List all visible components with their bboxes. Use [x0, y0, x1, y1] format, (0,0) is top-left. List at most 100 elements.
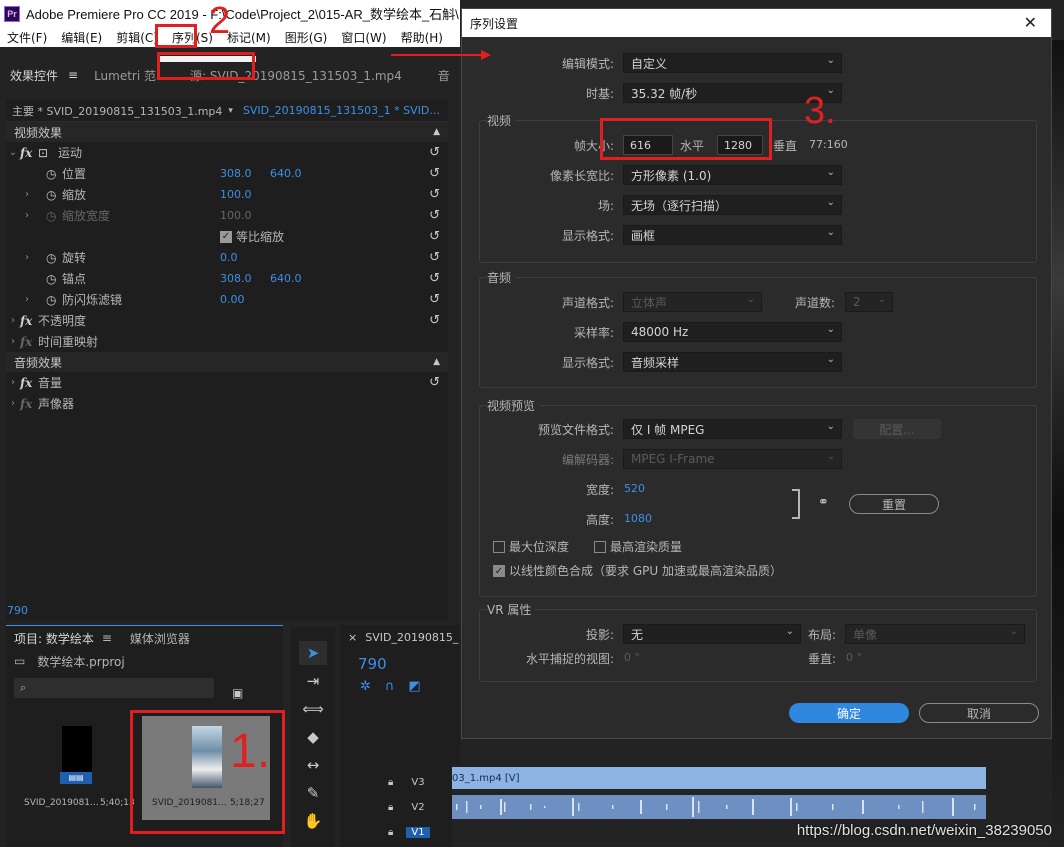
reset-icon[interactable]: ↺ — [429, 208, 440, 223]
tab-audio[interactable]: 音 — [412, 67, 460, 84]
reset-icon[interactable]: ↺ — [429, 166, 440, 181]
stopwatch-icon[interactable]: ◷ — [46, 272, 62, 286]
linear-color-checkbox[interactable]: ✓ 以线性颜色合成（要求 GPU 加速或最高渲染品质） — [493, 562, 782, 579]
fx-icon[interactable]: fx — [20, 314, 38, 328]
checkmark-icon[interactable]: ✓ — [493, 564, 505, 577]
editing-mode-select[interactable]: 自定义 ⌄ — [623, 53, 842, 73]
pixel-aspect-select[interactable]: 方形像素 (1.0) ⌄ — [623, 165, 842, 185]
track-name[interactable]: V3 — [406, 777, 430, 788]
nest-icon[interactable]: ✲ — [360, 679, 371, 694]
reset-icon[interactable]: ↺ — [429, 313, 440, 328]
fx-icon[interactable]: fx — [20, 146, 38, 160]
effect-row-opacity[interactable]: › fx 不透明度 ↺ — [6, 310, 448, 331]
collapse-up-icon[interactable]: ▲ — [433, 127, 440, 137]
checkbox-box[interactable] — [594, 540, 606, 553]
track-select-tool-icon[interactable]: ⇥ — [299, 669, 327, 693]
menu-edit[interactable]: 编辑(E) — [54, 29, 109, 46]
close-icon[interactable]: × — [348, 631, 357, 644]
stopwatch-icon[interactable]: ◷ — [46, 188, 62, 202]
audio-clip[interactable] — [452, 795, 986, 819]
fields-select[interactable]: 无场（逐行扫描） ⌄ — [623, 195, 842, 215]
effect-row-volume[interactable]: › fx 音量 ↺ — [6, 372, 448, 393]
reset-icon[interactable]: ↺ — [429, 187, 440, 202]
snap-magnet-icon[interactable]: ∩ — [385, 679, 395, 694]
reset-button[interactable]: 重置 — [849, 494, 939, 514]
lock-icon[interactable]: 🔒︎ — [388, 777, 406, 788]
tab-effect-controls[interactable]: 效果控件 — [0, 67, 68, 84]
position-y-value[interactable]: 640.0 — [270, 167, 302, 180]
tab-project[interactable]: 项目: 数学绘本 — [6, 630, 102, 647]
reset-icon[interactable]: ↺ — [429, 271, 440, 286]
menu-window[interactable]: 窗口(W) — [334, 29, 393, 46]
expand-toggle-icon[interactable]: › — [20, 252, 34, 263]
track-v1[interactable]: 🔒︎ V1 — [340, 821, 460, 843]
chain-link-icon[interactable]: ⚭ — [818, 495, 829, 510]
audio-display-format-select[interactable]: 音频采样 ⌄ — [623, 352, 842, 372]
cancel-button[interactable]: 取消 — [919, 703, 1039, 723]
selection-tool-icon[interactable]: ➤ — [299, 641, 327, 665]
scale-value[interactable]: 100.0 — [220, 188, 252, 201]
preview-format-select[interactable]: 仅 I 帧 MPEG ⌄ — [623, 419, 842, 439]
pen-tool-icon[interactable]: ✎ — [299, 781, 327, 805]
master-clip-label[interactable]: 主要 * SVID_20190815_131503_1.mp4 — [12, 103, 222, 119]
anchor-x-value[interactable]: 308.0 — [220, 272, 252, 285]
reset-icon[interactable]: ↺ — [429, 145, 440, 160]
anchor-y-value[interactable]: 640.0 — [270, 272, 302, 285]
track-v2[interactable]: 🔒︎ V2 — [340, 796, 460, 818]
effect-row-panner[interactable]: › fx 声像器 — [6, 393, 448, 414]
sample-rate-select[interactable]: 48000 Hz ⌄ — [623, 322, 842, 342]
checkmark-icon[interactable]: ✓ — [220, 230, 232, 243]
hand-tool-icon[interactable]: ✋ — [299, 809, 327, 833]
reset-icon[interactable]: ↺ — [429, 250, 440, 265]
tab-media-browser[interactable]: 媒体浏览器 — [112, 630, 198, 647]
reset-icon[interactable]: ↺ — [429, 292, 440, 307]
projection-select[interactable]: 无 ⌄ — [623, 624, 801, 644]
timeline-sequence-name[interactable]: SVID_20190815_ — [365, 631, 458, 644]
expand-toggle-icon[interactable]: › — [6, 377, 20, 388]
transform-icon[interactable]: ⊡ — [38, 146, 54, 160]
height-value[interactable]: 1080 — [624, 512, 652, 525]
expand-toggle-icon[interactable]: › — [20, 294, 34, 305]
menu-help[interactable]: 帮助(H) — [394, 29, 450, 46]
expand-toggle-icon[interactable]: › — [6, 336, 20, 347]
fx-icon[interactable]: fx — [20, 376, 38, 390]
close-icon[interactable]: ✕ — [1024, 13, 1037, 32]
stopwatch-icon[interactable]: ◷ — [46, 293, 62, 307]
display-format-select[interactable]: 画框 ⌄ — [623, 225, 842, 245]
ripple-edit-tool-icon[interactable]: ⟺ — [299, 697, 327, 721]
lock-icon[interactable]: 🔒︎ — [388, 802, 406, 813]
menu-graphics[interactable]: 图形(G) — [278, 29, 335, 46]
anti-flicker-value[interactable]: 0.00 — [220, 293, 245, 306]
track-name[interactable]: V1 — [406, 826, 430, 838]
timeline-tab[interactable]: × SVID_20190815_ — [340, 625, 460, 649]
tab-lumetri[interactable]: Lumetri 范 — [84, 67, 166, 84]
menu-file[interactable]: 文件(F) — [0, 29, 54, 46]
panel-menu-icon[interactable]: ≡ — [68, 68, 84, 82]
position-x-value[interactable]: 308.0 — [220, 167, 252, 180]
collapse-up-icon[interactable]: ▲ — [433, 357, 440, 367]
width-value[interactable]: 520 — [624, 482, 645, 495]
expand-toggle-icon[interactable]: › — [6, 398, 20, 409]
effect-controls-timecode[interactable]: 790 — [7, 604, 28, 617]
expand-toggle-icon[interactable]: › — [6, 315, 20, 326]
sequence-clip-label[interactable]: SVID_20190815_131503_1 * SVID... — [243, 104, 440, 117]
linked-selection-icon[interactable]: ◩ — [408, 679, 420, 694]
checkbox-box[interactable] — [493, 540, 505, 553]
stopwatch-icon[interactable]: ◷ — [46, 167, 62, 181]
reset-icon[interactable]: ↺ — [429, 229, 440, 244]
ok-button[interactable]: 确定 — [789, 703, 909, 723]
track-v3[interactable]: 🔒︎ V3 — [340, 771, 460, 793]
new-bin-icon[interactable]: ▣ — [232, 686, 243, 700]
expand-toggle-icon[interactable]: › — [20, 189, 34, 200]
effect-row-time-remap[interactable]: › fx 时间重映射 — [6, 331, 448, 352]
slip-tool-icon[interactable]: ↔ — [299, 753, 327, 777]
stopwatch-icon[interactable]: ◷ — [46, 251, 62, 265]
expand-toggle-icon[interactable]: › — [20, 210, 34, 221]
uniform-scale-checkbox[interactable]: ✓ 等比缩放 — [220, 228, 284, 245]
max-render-quality-checkbox[interactable]: 最高渲染质量 — [594, 538, 682, 555]
rotation-value[interactable]: 0.0 — [220, 251, 238, 264]
chevron-down-icon[interactable]: ▾ — [228, 106, 233, 116]
lock-icon[interactable]: 🔒︎ — [388, 827, 406, 838]
razor-tool-icon[interactable]: ◆ — [299, 725, 327, 749]
track-name[interactable]: V2 — [406, 802, 430, 813]
